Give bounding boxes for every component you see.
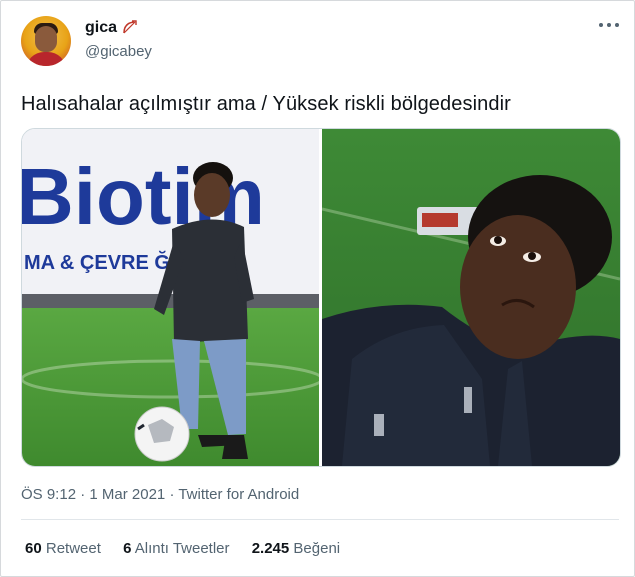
tweet-source[interactable]: Twitter for Android	[178, 486, 299, 503]
user-handle[interactable]: @gicabey	[85, 43, 152, 60]
quotes-count: 6	[123, 540, 132, 557]
likes-label: Beğeni	[293, 540, 341, 557]
photo-right[interactable]	[322, 129, 620, 466]
avatar-face	[35, 26, 57, 52]
display-name[interactable]: gica	[85, 19, 117, 37]
divider-line	[21, 519, 619, 520]
likes-stat[interactable]: 2.245 Beğeni	[252, 540, 340, 557]
tweet-card: gica @gicabey Halısahalar açılmıştır ama…	[0, 0, 635, 577]
avatar[interactable]	[21, 16, 71, 66]
meta-separator: ·	[165, 486, 179, 503]
photo-left-image: Biotim MA & ÇEVRE ĞI HİZM	[22, 129, 319, 466]
tweet-meta: ÖS 9:12 · 1 Mar 2021 · Twitter for Andro…	[21, 486, 299, 503]
tweet-time[interactable]: ÖS 9:12	[21, 486, 76, 503]
more-options-icon[interactable]	[599, 21, 619, 29]
tweet-stats: 60 Retweet 6 Alıntı Tweetler 2.245 Beğen…	[25, 540, 358, 557]
tweet-date[interactable]: 1 Mar 2021	[89, 486, 165, 503]
avatar-shirt	[26, 52, 66, 66]
quotes-stat[interactable]: 6 Alıntı Tweetler	[123, 540, 229, 557]
photo-right-image	[322, 129, 620, 466]
meta-separator: ·	[76, 486, 90, 503]
tweet-media[interactable]: Biotim MA & ÇEVRE ĞI HİZM	[21, 128, 621, 467]
photo-left[interactable]: Biotim MA & ÇEVRE ĞI HİZM	[22, 129, 319, 466]
retweets-stat[interactable]: 60 Retweet	[25, 540, 101, 557]
retweets-label: Retweet	[45, 540, 101, 557]
quotes-label: Alıntı Tweetler	[134, 540, 230, 557]
tweet-text: Halısahalar açılmıştır ama / Yüksek risk…	[21, 93, 511, 115]
likes-count: 2.245	[251, 540, 290, 557]
bow-arrow-icon	[123, 20, 137, 34]
retweets-count: 60	[25, 540, 42, 557]
